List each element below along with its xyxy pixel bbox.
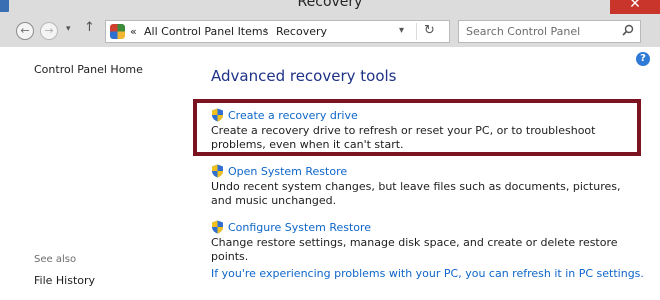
address-divider (416, 23, 417, 40)
refresh-pc-settings-link[interactable]: If you're experiencing problems with you… (211, 267, 644, 280)
tool-configure-system-restore: Configure System Restore Change restore … (211, 220, 631, 264)
refresh-icon[interactable]: ↻ (424, 23, 435, 38)
configure-system-restore-label[interactable]: Configure System Restore (228, 221, 371, 234)
uac-shield-icon (212, 220, 223, 234)
up-level-button[interactable]: ↑ (84, 20, 95, 35)
open-system-restore-link[interactable]: Open System Restore (211, 164, 631, 178)
close-button[interactable]: ✕ (610, 0, 660, 14)
see-also-heading: See also (34, 254, 77, 265)
title-bar: Recovery ✕ (0, 0, 660, 17)
address-dropdown-icon[interactable]: ▾ (399, 25, 404, 36)
address-bar[interactable]: « All Control Panel Items › Recovery ▾ ↻ (105, 20, 450, 43)
open-system-restore-description: Undo recent system changes, but leave fi… (211, 180, 621, 207)
highlight-frame (193, 99, 641, 156)
search-input[interactable]: Search Control Panel (458, 20, 641, 43)
configure-system-restore-link[interactable]: Configure System Restore (211, 220, 631, 234)
back-button[interactable]: ← (16, 22, 34, 40)
page-title: Advanced recovery tools (211, 67, 397, 85)
forward-button[interactable]: → (40, 22, 58, 40)
breadcrumb-recovery[interactable]: Recovery (276, 25, 327, 38)
tool-open-system-restore: Open System Restore Undo recent system c… (211, 164, 631, 208)
open-system-restore-label[interactable]: Open System Restore (228, 165, 347, 178)
search-icon[interactable] (622, 24, 634, 36)
breadcrumb-overflow-icon[interactable]: « (130, 25, 137, 38)
window-title: Recovery (297, 0, 363, 10)
uac-shield-icon (212, 164, 223, 178)
file-history-link[interactable]: File History (34, 274, 95, 287)
configure-system-restore-description: Change restore settings, manage disk spa… (211, 236, 618, 263)
recent-locations-icon[interactable]: ▾ (66, 24, 71, 34)
help-icon[interactable]: ? (636, 52, 650, 66)
sidebar: Control Panel Home See also File History (0, 47, 190, 300)
breadcrumb-all-control-panel-items[interactable]: All Control Panel Items (144, 25, 268, 38)
search-placeholder: Search Control Panel (466, 25, 581, 38)
control-panel-icon (110, 24, 125, 39)
control-panel-home-link[interactable]: Control Panel Home (34, 63, 143, 76)
navigation-bar: ← → ▾ ↑ « All Control Panel Items › Reco… (0, 17, 660, 47)
breadcrumb-separator-icon[interactable]: › (264, 25, 268, 36)
